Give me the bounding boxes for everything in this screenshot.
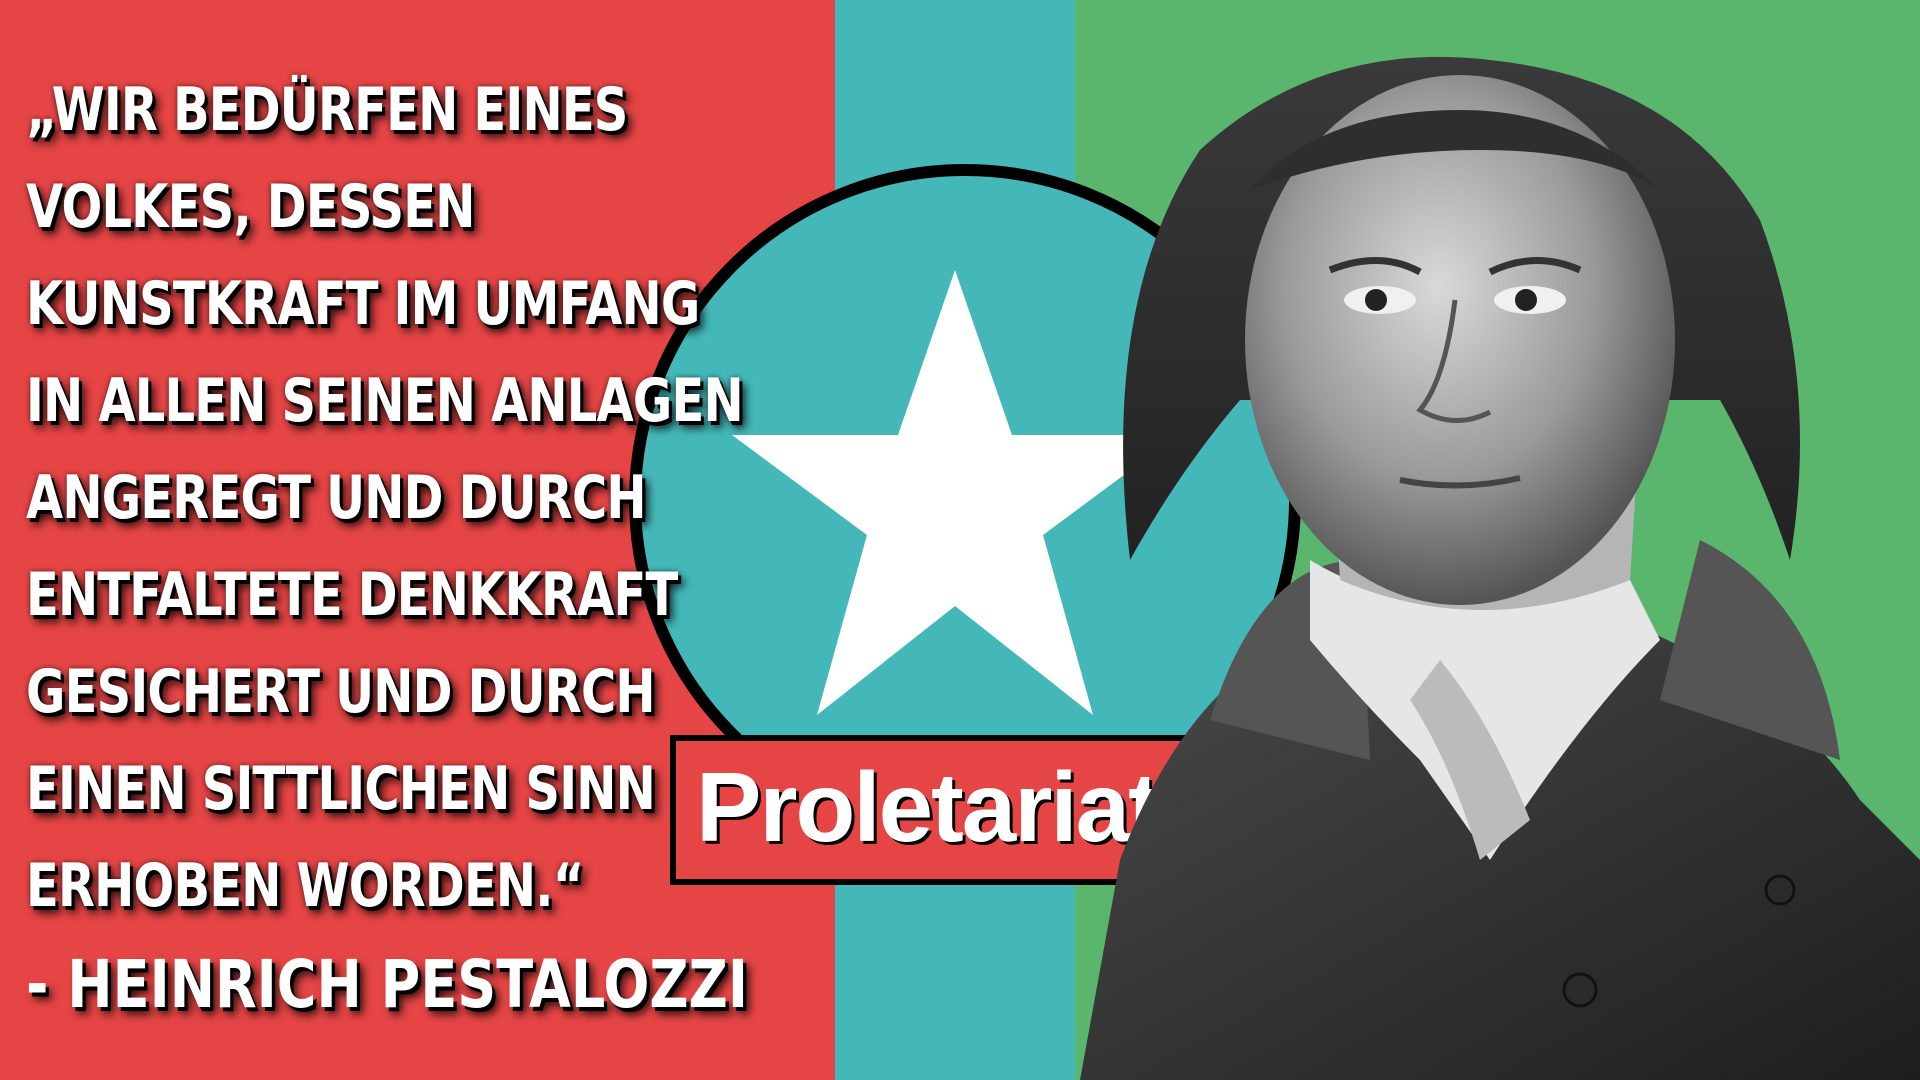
quote-line: ERHOBEN WORDEN.“ bbox=[26, 851, 584, 921]
quote-line: „WIR BEDÜRFEN EINES bbox=[26, 75, 628, 145]
quote-author: - HEINRICH PESTALOZZI bbox=[26, 946, 749, 1023]
quote-block: „WIR BEDÜRFEN EINES VOLKES, DESSEN KUNST… bbox=[26, 62, 826, 935]
quote-line: IN ALLEN SEINEN ANLAGEN bbox=[26, 366, 744, 436]
quote-line: EINEN SITTLICHEN SINN bbox=[26, 754, 656, 824]
quote-line: ENTFALTETE DENKKRAFT bbox=[26, 560, 678, 630]
quote-line: GESICHERT UND DURCH bbox=[26, 657, 656, 727]
quote-line: VOLKES, DESSEN bbox=[26, 172, 475, 242]
portrait-image bbox=[1080, 56, 1920, 1080]
quote-line: KUNSTKRAFT IM UMFANG bbox=[26, 269, 700, 339]
quote-line: ANGEREGT UND DURCH bbox=[26, 463, 647, 533]
